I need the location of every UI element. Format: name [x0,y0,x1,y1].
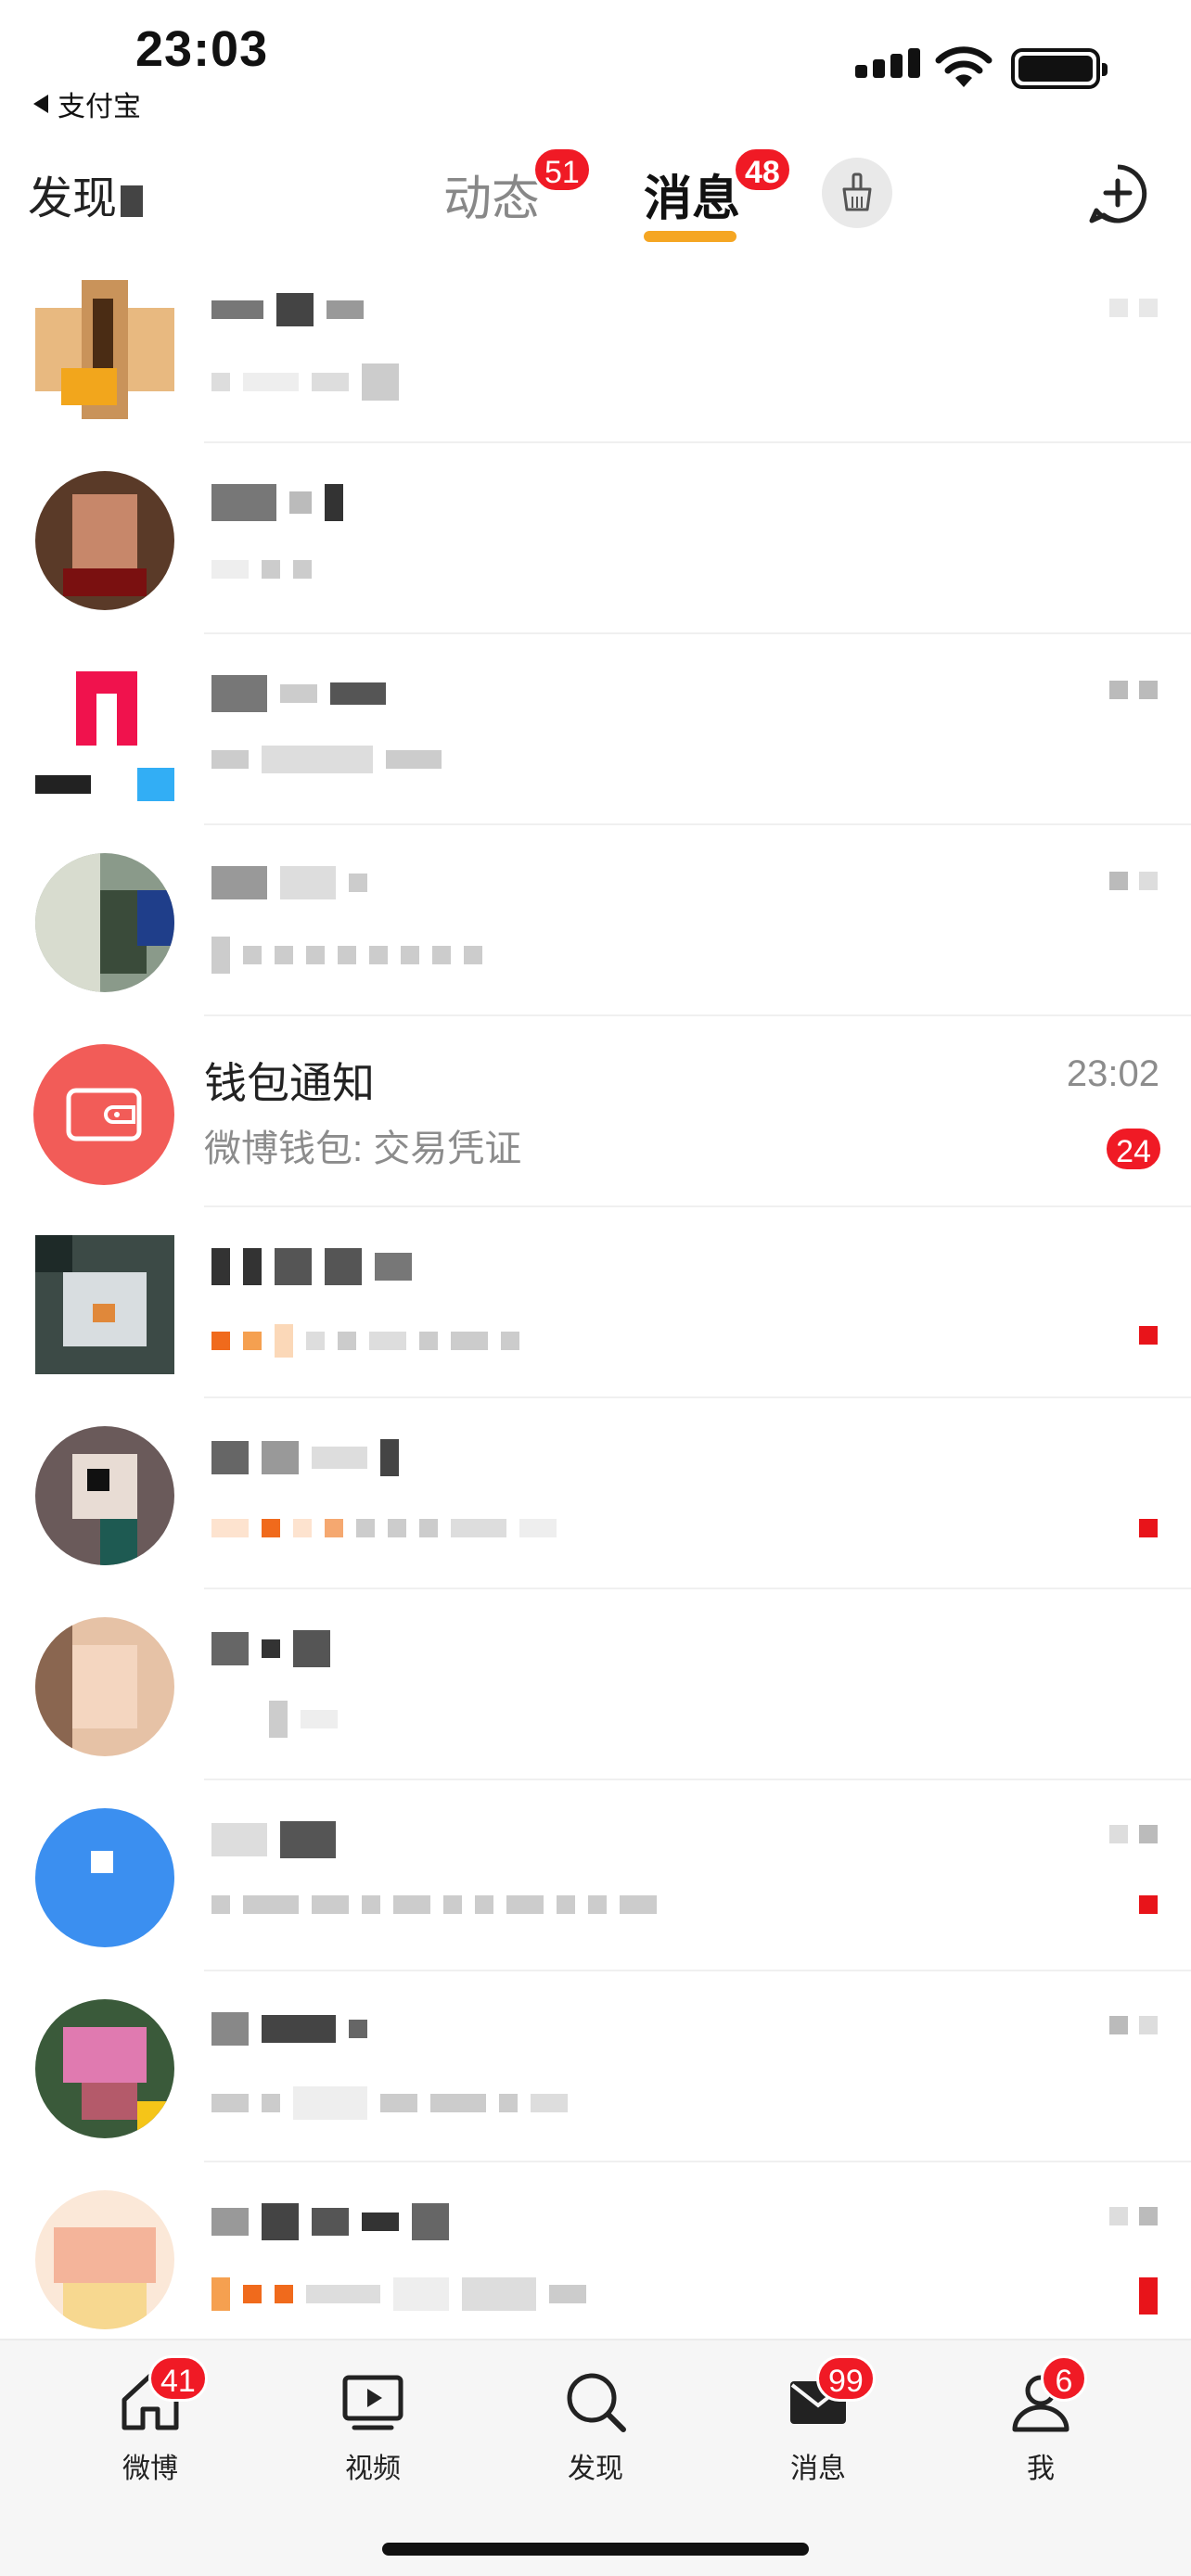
unread-dot [1139,2277,1158,2315]
redacted-name [211,866,367,899]
video-icon [342,2375,403,2430]
redacted-time [1109,2207,1158,2225]
avatar [35,1426,174,1565]
tabbar-item-video[interactable]: 视频 [308,2368,438,2486]
tabbar-label: 消息 [790,2454,846,2484]
avatar [35,1999,174,2138]
redacted-time [1109,681,1158,699]
unread-dot [1139,1895,1158,1914]
discover-redacted-block [121,185,144,217]
conversation-row[interactable] [0,1207,1191,1398]
avatar [35,662,174,801]
redacted-name [211,293,364,326]
redacted-name [211,1821,336,1858]
avatar [35,1808,174,1947]
avatar [35,280,174,419]
avatar [35,1617,174,1756]
redacted-name [211,484,343,521]
tabbar-badge: 99 [816,2355,876,2402]
redacted-time [1109,299,1158,317]
tabbar-label: 视频 [345,2454,401,2484]
avatar [35,471,174,610]
bottom-tab-bar: 微博 41 视频 发现 消息 99 我 6 [0,2339,1191,2576]
redacted-preview [211,2277,586,2311]
tabbar-badge: 6 [1041,2355,1087,2402]
redacted-preview [211,746,442,773]
conversation-row[interactable] [0,2162,1191,2353]
tab-dynamics-label: 动态 [443,172,541,226]
status-bar: 23:03 支付宝 [0,0,1191,130]
conversation-row[interactable] [0,825,1191,1016]
conversation-row[interactable] [0,1971,1191,2162]
unread-badge: 24 [1104,1126,1163,1172]
redacted-preview [211,363,399,401]
tabbar-item-me[interactable]: 我 6 [976,2355,1106,2486]
conversation-row[interactable] [0,634,1191,825]
search-icon [567,2373,626,2432]
tabbar-label: 我 [1027,2454,1055,2484]
discover-label: 发现 [28,174,118,223]
clear-unread-button[interactable] [822,158,892,228]
avatar [35,1235,174,1374]
tab-messages-label: 消息 [644,172,741,226]
conversation-list: 钱包通知 微博钱包: 交易凭证 23:02 24 [0,252,1191,2353]
tab-dynamics[interactable]: 动态 51 [443,147,592,229]
tab-messages[interactable]: 消息 48 [644,147,792,242]
tabbar-label: 发现 [568,2454,623,2484]
redacted-preview [211,937,482,974]
avatar [35,853,174,992]
redacted-name [211,2012,367,2046]
wifi-icon [935,46,992,87]
conversation-row[interactable] [0,443,1191,634]
redacted-preview [211,2086,568,2120]
redacted-preview [269,1701,338,1738]
conversation-row-wallet-notification[interactable]: 钱包通知 微博钱包: 交易凭证 23:02 24 [0,1016,1191,1207]
status-time: 23:03 [135,21,269,77]
tabbar-item-discover[interactable]: 发现 [531,2368,660,2486]
battery-icon [1011,48,1108,89]
top-header: 发现 动态 51 消息 48 [0,139,1191,250]
unread-dot [1139,1326,1158,1345]
back-app-label: 支付宝 [58,92,141,122]
tabbar-label: 微博 [122,2454,178,2484]
redacted-time [1109,1825,1158,1843]
tab-dynamics-badge: 51 [532,147,592,193]
conversation-preview: 微博钱包: 交易凭证 [204,1129,522,1169]
redacted-preview [211,560,312,579]
cellular-signal-icon [855,48,920,78]
conversation-name: 钱包通知 [204,1059,375,1107]
back-to-app-button[interactable]: 支付宝 [33,83,141,124]
avatar [35,2190,174,2329]
unread-dot [1139,1519,1158,1537]
redacted-name [211,1630,330,1667]
tabbar-badge: 41 [148,2355,208,2402]
discover-tab[interactable]: 发现 [28,161,144,226]
conversation-time: 23:02 [1066,1053,1159,1094]
active-tab-underline [644,231,737,242]
redacted-preview [211,1324,519,1358]
redacted-preview [211,1895,657,1914]
wallet-avatar [33,1044,174,1185]
add-circle-icon[interactable] [1085,161,1150,226]
home-indicator[interactable] [382,2543,809,2556]
redacted-time [1109,2016,1158,2034]
conversation-row[interactable] [0,1589,1191,1780]
redacted-name [211,2203,449,2240]
redacted-preview [211,1519,557,1537]
redacted-name [211,1439,399,1476]
redacted-name [211,1248,412,1285]
wallet-icon [66,1088,142,1141]
redacted-time [1109,872,1158,890]
tabbar-item-weibo[interactable]: 微博 41 [85,2355,215,2486]
conversation-row[interactable] [0,252,1191,443]
tabbar-item-messages[interactable]: 消息 99 [753,2355,883,2486]
conversation-row[interactable] [0,1780,1191,1971]
back-triangle-icon [33,95,48,113]
tab-messages-badge: 48 [733,147,792,193]
broom-icon [842,172,872,211]
redacted-name [211,675,386,712]
conversation-row[interactable] [0,1398,1191,1589]
